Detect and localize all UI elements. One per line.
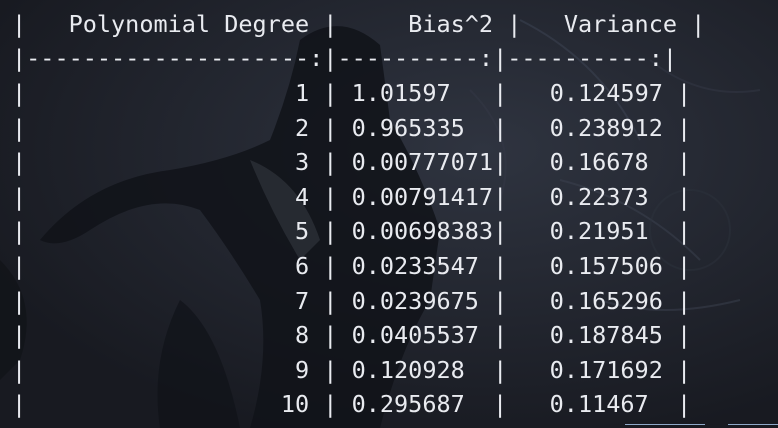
separator-bias: ----------:	[337, 44, 494, 72]
row-bias: 0.120928	[351, 355, 465, 384]
table-row: | 9 | 0.120928 | 0.171692 |	[12, 355, 692, 384]
row-degree: 1	[294, 79, 310, 107]
row-degree: 5	[294, 217, 310, 246]
scroll-indicator	[625, 424, 705, 428]
table-header-row: | Polynomial Degree | Bias^2 | Variance …	[12, 10, 706, 38]
table-separator-row: |--------------------:|----------:|-----…	[12, 44, 678, 72]
table-row: | 7 | 0.0239675 | 0.165296 |	[12, 286, 692, 315]
row-variance: 0.22373	[549, 182, 649, 211]
row-bias: 0.00791417	[351, 182, 494, 211]
row-degree: 7	[294, 286, 310, 315]
header-degree: Polynomial Degree	[68, 10, 310, 38]
row-variance: 0.157506	[549, 252, 663, 280]
table-row: | 2 | 0.965335 | 0.238912 |	[12, 113, 692, 142]
separator-variance: ----------:	[507, 44, 663, 72]
row-variance: 0.21951	[549, 217, 649, 246]
row-degree: 9	[294, 355, 310, 384]
table-row: | 10 | 0.295687 | 0.11467 |	[12, 390, 692, 419]
separator-degree: --------------------:	[26, 44, 324, 72]
header-variance: Variance	[563, 10, 677, 38]
row-degree: 8	[294, 321, 310, 350]
row-bias: 0.295687	[351, 390, 465, 419]
row-bias: 0.00777071	[351, 148, 494, 177]
row-degree: 2	[294, 113, 310, 142]
table-row: | 6 | 0.0233547 | 0.157506 |	[12, 252, 692, 280]
header-bias: Bias^2	[408, 10, 494, 38]
row-bias: 0.0239675	[351, 286, 479, 315]
row-bias: 0.965335	[351, 113, 465, 142]
row-bias: 1.01597	[351, 79, 451, 107]
table-row: | 1 | 1.01597 | 0.124597 |	[12, 79, 692, 107]
row-bias: 0.0405537	[351, 321, 479, 350]
scroll-indicator	[728, 424, 778, 428]
terminal-output: | Polynomial Degree | Bias^2 | Variance …	[0, 0, 778, 428]
row-variance: 0.16678	[549, 148, 649, 177]
row-degree: 3	[294, 148, 310, 177]
table-row: | 3 | 0.00777071| 0.16678 |	[12, 148, 692, 177]
row-degree: 10	[280, 390, 310, 419]
table-row: | 4 | 0.00791417| 0.22373 |	[12, 182, 692, 211]
row-variance: 0.238912	[549, 113, 663, 142]
row-variance: 0.11467	[549, 390, 649, 419]
row-bias: 0.0233547	[351, 252, 479, 280]
row-variance: 0.165296	[549, 286, 663, 315]
row-degree: 4	[294, 182, 310, 211]
row-degree: 6	[294, 252, 310, 280]
table-row: | 5 | 0.00698383| 0.21951 |	[12, 217, 692, 246]
table-row: | 8 | 0.0405537 | 0.187845 |	[12, 321, 692, 350]
row-bias: 0.00698383	[351, 217, 494, 246]
row-variance: 0.171692	[549, 355, 663, 384]
row-variance: 0.124597	[549, 79, 663, 107]
row-variance: 0.187845	[549, 321, 663, 350]
